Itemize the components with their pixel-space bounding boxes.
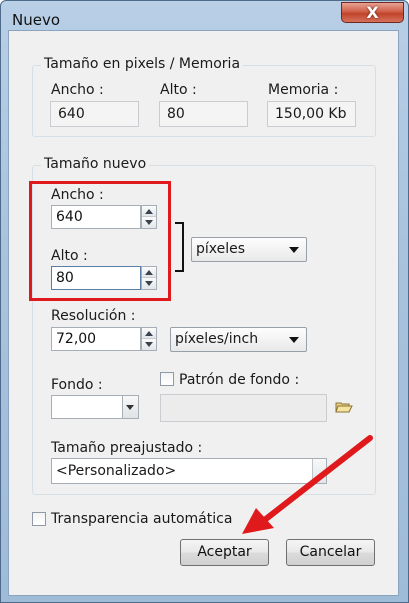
annotation-arrow — [242, 435, 373, 534]
